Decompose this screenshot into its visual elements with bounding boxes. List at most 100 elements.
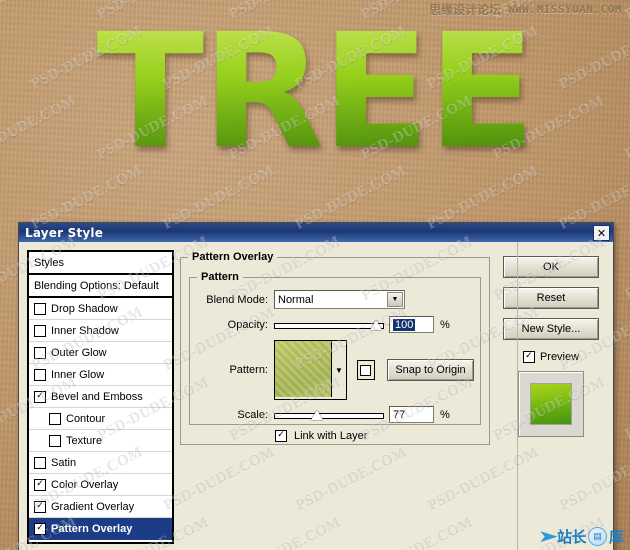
style-list-item-label: Contour	[66, 412, 106, 425]
site-watermark-cn: 思缘设计论坛	[429, 3, 502, 17]
blend-mode-row: Blend Mode: Normal ▼	[196, 290, 474, 309]
style-list-item[interactable]: ✓ Contour	[29, 408, 172, 430]
scale-slider-track	[274, 412, 384, 419]
pattern-overlay-panel: Pattern Overlay Pattern Blend Mode: Norm…	[180, 250, 490, 550]
style-list-item[interactable]: ✓ Gradient Overlay	[29, 496, 172, 518]
chevron-down-icon[interactable]: ▼	[332, 341, 346, 399]
new-preset-icon[interactable]	[357, 360, 375, 380]
opacity-input[interactable]: 100	[389, 316, 434, 333]
snap-to-origin-button[interactable]: Snap to Origin	[386, 359, 474, 381]
scale-slider[interactable]	[274, 408, 384, 422]
scale-unit: %	[440, 408, 450, 421]
pattern-overlay-group-title: Pattern Overlay	[188, 251, 278, 263]
style-list-item-label: Color Overlay	[51, 478, 119, 491]
style-enable-checkbox[interactable]: ✓	[34, 478, 46, 491]
link-with-layer-label: Link with Layer	[294, 430, 368, 442]
style-list-item[interactable]: Blending Options: Default	[29, 275, 172, 298]
scale-input[interactable]: 77	[389, 406, 434, 423]
style-list-item-label: Inner Shadow	[51, 324, 119, 337]
tree-text: TREE	[0, 0, 630, 192]
preview-swatch	[531, 384, 571, 424]
dialog-body: Styles Blending Options: Default ✓ Drop Sha…	[19, 242, 613, 550]
style-enable-checkbox[interactable]: ✓	[34, 500, 46, 513]
dialog-titlebar[interactable]: Layer Style ✕	[19, 223, 613, 242]
screenshot-root: TREE TREE TREE PSD-DUDE.COM PSD-DUDE.COM P…	[0, 0, 630, 550]
style-list-item-label: Drop Shadow	[51, 302, 118, 315]
ok-label: OK	[543, 261, 559, 273]
pattern-group-title: Pattern	[197, 271, 243, 283]
chevron-down-icon[interactable]: ▼	[387, 292, 403, 307]
blend-mode-select[interactable]: Normal ▼	[274, 290, 405, 309]
style-list-item[interactable]: ✓ Color Overlay	[29, 474, 172, 496]
link-with-layer-row[interactable]: ✓ Link with Layer	[275, 430, 474, 442]
link-with-layer-checkbox[interactable]: ✓	[275, 430, 287, 442]
scale-row: Scale: 77 %	[196, 406, 474, 423]
pattern-group: Pattern Blend Mode: Normal ▼ Opacity: 10…	[189, 271, 481, 442]
scale-value: 77	[393, 408, 406, 421]
opacity-slider-thumb[interactable]	[370, 319, 382, 330]
style-list-item[interactable]: ✓ Bevel and Emboss	[29, 386, 172, 408]
site-watermark-top: 思缘设计论坛 WWW.MISSYUAN.COM	[429, 1, 622, 18]
panel-divider	[517, 242, 518, 550]
style-list-item-label: Bevel and Emboss	[51, 390, 143, 403]
preview-label: Preview	[539, 351, 580, 363]
site-watermark-url: WWW.MISSYUAN.COM	[508, 3, 622, 16]
opacity-unit: %	[440, 318, 450, 331]
style-list-item[interactable]: ✓ Inner Glow	[29, 364, 172, 386]
scale-label: Scale:	[237, 408, 268, 421]
logo-text-left: 站长	[556, 528, 587, 546]
preview-toggle[interactable]: ✓ Preview	[522, 351, 580, 363]
style-list-item[interactable]: ✓ Pattern Overlay	[29, 518, 172, 540]
dialog-actions: OK Reset New Style... ✓ Preview	[496, 250, 606, 550]
dialog-title: Layer Style	[25, 225, 104, 240]
style-enable-checkbox[interactable]: ✓	[49, 412, 61, 425]
swoosh-icon: ➤	[537, 527, 559, 546]
style-enable-checkbox[interactable]: ✓	[34, 324, 46, 337]
opacity-value: 100	[393, 318, 416, 331]
pattern-label: Pattern:	[229, 364, 268, 376]
pattern-swatch[interactable]	[275, 341, 332, 397]
style-list-item-label: Gradient Overlay	[51, 500, 135, 513]
reset-label: Reset	[536, 292, 566, 304]
style-enable-checkbox[interactable]: ✓	[34, 522, 46, 535]
style-list-item[interactable]: ✓ Outer Glow	[29, 342, 172, 364]
opacity-row: Opacity: 100 %	[196, 316, 474, 333]
new-style-label: New Style...	[521, 323, 581, 335]
blend-mode-label: Blend Mode:	[206, 293, 268, 306]
opacity-slider-track	[274, 322, 384, 329]
check-icon: ✓	[36, 478, 44, 489]
style-enable-checkbox[interactable]: ✓	[49, 434, 61, 447]
style-list-item-label: Styles	[34, 256, 64, 269]
pattern-picker[interactable]: ▼	[274, 340, 347, 400]
styles-list[interactable]: Styles Blending Options: Default ✓ Drop Sha…	[27, 250, 174, 544]
style-list-item[interactable]: ✓ Inner Shadow	[29, 320, 172, 342]
document-icon: ▤	[587, 527, 607, 546]
opacity-slider[interactable]	[274, 318, 384, 332]
style-list-item-label: Satin	[51, 456, 77, 469]
new-preset-glyph	[360, 364, 372, 376]
style-enable-checkbox[interactable]: ✓	[34, 390, 46, 403]
style-list-item-label: Outer Glow	[51, 346, 107, 359]
close-icon[interactable]: ✕	[593, 225, 610, 241]
style-enable-checkbox[interactable]: ✓	[34, 346, 46, 359]
check-icon: ✓	[36, 522, 44, 533]
style-list-item[interactable]: ✓ Texture	[29, 430, 172, 452]
style-enable-checkbox[interactable]: ✓	[34, 302, 46, 315]
style-enable-checkbox[interactable]: ✓	[34, 456, 46, 469]
style-enable-checkbox[interactable]: ✓	[34, 368, 46, 381]
scale-slider-thumb[interactable]	[311, 409, 323, 420]
style-list-item-label: Pattern Overlay	[51, 522, 133, 535]
pattern-overlay-group: Pattern Overlay Pattern Blend Mode: Norm…	[180, 251, 490, 445]
style-list-item[interactable]: ✓ Drop Shadow	[29, 298, 172, 320]
check-icon: ✓	[36, 500, 44, 511]
style-list-item[interactable]: ✓ Satin	[29, 452, 172, 474]
style-list-item-label: Blending Options: Default	[34, 279, 159, 292]
check-icon: ✓	[36, 390, 44, 401]
preview-checkbox[interactable]: ✓	[522, 351, 535, 363]
style-list-item-label: Texture	[66, 434, 103, 447]
layer-style-dialog: Layer Style ✕ Styles Blending Options: De…	[18, 222, 614, 550]
artboard-canvas: TREE TREE TREE	[0, 0, 630, 222]
style-list-item[interactable]: Styles	[29, 252, 172, 275]
preview-thumbnail	[518, 371, 584, 437]
style-list-item-label: Inner Glow	[51, 368, 105, 381]
